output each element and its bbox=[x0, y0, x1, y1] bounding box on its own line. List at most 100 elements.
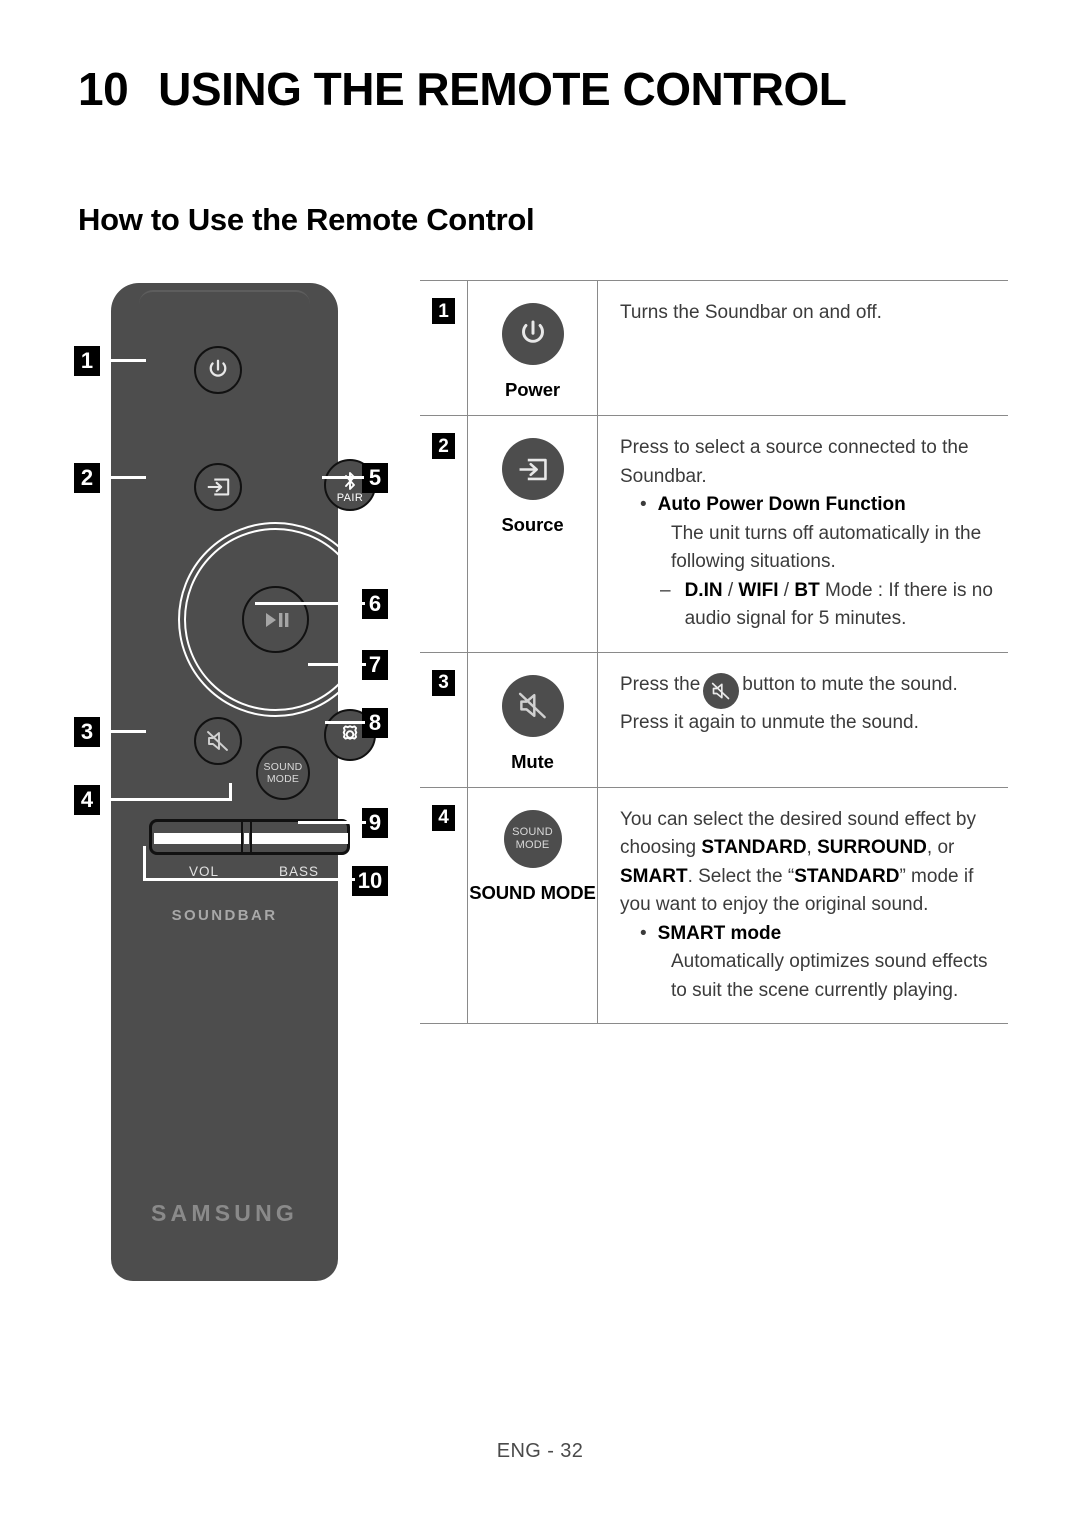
mode-bt: BT bbox=[794, 579, 820, 601]
bullet-item: • SMART mode bbox=[620, 920, 998, 949]
description-text-line1: Press the button to mute the sound. bbox=[620, 671, 998, 709]
power-icon bbox=[521, 320, 544, 343]
mute-icon bbox=[518, 692, 546, 719]
leader-line-8 bbox=[325, 721, 365, 724]
callout-6: 6 bbox=[362, 589, 388, 619]
leader-line-10-vertical bbox=[143, 846, 146, 881]
power-button-illustration bbox=[501, 303, 564, 365]
callout-2: 2 bbox=[74, 463, 100, 493]
sm-d: , or bbox=[926, 837, 955, 858]
page-header: 10 USING THE REMOTE CONTROL bbox=[78, 62, 1008, 116]
bullet-body: The unit turns off automatically in the … bbox=[671, 522, 982, 573]
button-name-label: Mute bbox=[511, 750, 554, 772]
source-input-icon bbox=[207, 478, 230, 496]
dash-item: – D.IN / WIFI / BT Mode : If there is no… bbox=[620, 577, 998, 634]
table-row: 4 SOUND MODE SOUND MODE You can select t… bbox=[420, 787, 1008, 1023]
description-text: Press to select a source connected to th… bbox=[620, 437, 969, 487]
row-description-cell: Turns the Soundbar on and off. bbox=[598, 281, 1008, 415]
mode-surround: SURROUND bbox=[817, 837, 927, 858]
sound-mode-button-illustration: SOUND MODE bbox=[503, 809, 562, 868]
leader-line-5 bbox=[322, 476, 364, 479]
sm-e: . Select the “ bbox=[687, 865, 795, 887]
gear-icon bbox=[342, 725, 358, 740]
row-button-cell: Power bbox=[468, 281, 598, 415]
description-text: Turns the Soundbar on and off. bbox=[620, 302, 882, 323]
row-number-cell: 1 bbox=[420, 281, 468, 415]
bullet-dot: • bbox=[640, 922, 647, 944]
mode-standard-quoted: STANDARD bbox=[794, 865, 900, 887]
bullet-heading: Auto Power Down Function bbox=[657, 494, 906, 515]
sound-mode-label: SOUND MODE bbox=[264, 761, 303, 785]
mute-desc-post: button to mute the sound. bbox=[742, 673, 958, 695]
callout-10: 10 bbox=[352, 866, 388, 896]
row-button-cell: Source bbox=[468, 416, 598, 652]
bullet-body: Automatically optimizes sound effects to… bbox=[671, 951, 988, 1001]
power-button[interactable] bbox=[194, 346, 242, 394]
power-icon bbox=[209, 359, 227, 377]
row-description-cell: Press to select a source connected to th… bbox=[598, 416, 1008, 652]
row-button-cell: Mute bbox=[468, 652, 598, 787]
table-row: 3 Mute Press the button to mute the sound… bbox=[420, 652, 1008, 788]
row-number-badge: 4 bbox=[432, 804, 455, 831]
button-name-label: SOUND MODE bbox=[469, 881, 596, 903]
leader-line-7 bbox=[308, 663, 366, 666]
bullet-heading: SMART mode bbox=[657, 922, 782, 944]
row-button-cell: SOUND MODE SOUND MODE bbox=[468, 787, 598, 1023]
samsung-logo: SAMSUNG bbox=[151, 1200, 298, 1226]
callout-1: 1 bbox=[74, 346, 100, 376]
mute-desc-pre: Press the bbox=[620, 673, 701, 695]
sm-c: , bbox=[806, 837, 818, 858]
leader-line-4 bbox=[100, 798, 232, 801]
table-row: 2 Source Press to select a source connec… bbox=[420, 416, 1008, 653]
mute-button[interactable] bbox=[194, 717, 242, 765]
row-number-badge: 1 bbox=[432, 298, 455, 324]
page-title: USING THE REMOTE CONTROL bbox=[158, 63, 847, 115]
row-number-badge: 2 bbox=[432, 433, 455, 459]
chapter-number: 10 bbox=[78, 63, 129, 115]
sound-mode-button[interactable]: SOUND MODE bbox=[256, 746, 310, 800]
table-row: 1 Power Turns the Soundbar on and off. bbox=[420, 281, 1008, 416]
mode-wifi: WIFI bbox=[738, 579, 779, 601]
leader-line-4-vertical bbox=[229, 783, 232, 801]
mute-button-illustration bbox=[501, 674, 564, 737]
leader-line-6 bbox=[255, 602, 365, 605]
row-number-cell: 3 bbox=[420, 652, 468, 787]
mode-smart: SMART bbox=[620, 865, 688, 887]
source-button[interactable] bbox=[194, 463, 242, 511]
play-pause-button[interactable] bbox=[242, 586, 309, 653]
inline-mute-icon bbox=[703, 672, 740, 709]
bass-label: BASS bbox=[279, 864, 320, 879]
sound-mode-label-line2: MODE bbox=[515, 838, 550, 851]
sound-mode-label-line1: SOUND bbox=[512, 825, 553, 838]
callout-3: 3 bbox=[74, 717, 100, 747]
sound-mode-label-line1: SOUND bbox=[263, 761, 303, 773]
bullet-item: • Auto Power Down Function bbox=[620, 491, 998, 520]
section-title: How to Use the Remote Control bbox=[78, 202, 535, 237]
vol-label: VOL bbox=[189, 864, 220, 879]
callout-5: 5 bbox=[362, 463, 388, 493]
soundbar-wordmark: SOUNDBAR bbox=[171, 907, 278, 924]
play-pause-icon bbox=[265, 612, 288, 627]
leader-line-10 bbox=[143, 878, 355, 881]
sound-mode-label-line2: MODE bbox=[266, 773, 300, 785]
row-number-badge: 3 bbox=[432, 669, 455, 696]
sep-b: / bbox=[778, 579, 795, 601]
bullet-dot: • bbox=[640, 494, 647, 515]
sep-a: / bbox=[722, 579, 739, 601]
remote-control-diagram: PAIR SOUND MODE VOL BASS SOUNDBAR SAMSUN… bbox=[60, 278, 410, 1288]
leader-line-1 bbox=[100, 359, 146, 362]
remote-top-edge bbox=[139, 290, 310, 306]
mute-icon bbox=[712, 682, 730, 699]
volume-bass-rocker[interactable] bbox=[149, 819, 350, 855]
button-name-label: Power bbox=[504, 379, 561, 400]
source-button-illustration bbox=[501, 438, 564, 500]
leader-line-9 bbox=[298, 821, 366, 824]
rocker-divider-highlight bbox=[244, 833, 249, 844]
dash-text: D.IN / WIFI / BT Mode : If there is no a… bbox=[685, 577, 998, 634]
mute-icon bbox=[207, 731, 228, 751]
leader-line-2 bbox=[100, 476, 146, 479]
description-text: You can select the desired sound effect … bbox=[620, 806, 998, 920]
row-description-cell: Press the button to mute the sound. Press… bbox=[598, 653, 1008, 787]
leader-line-3 bbox=[100, 730, 146, 733]
pair-label: PAIR bbox=[336, 492, 364, 504]
